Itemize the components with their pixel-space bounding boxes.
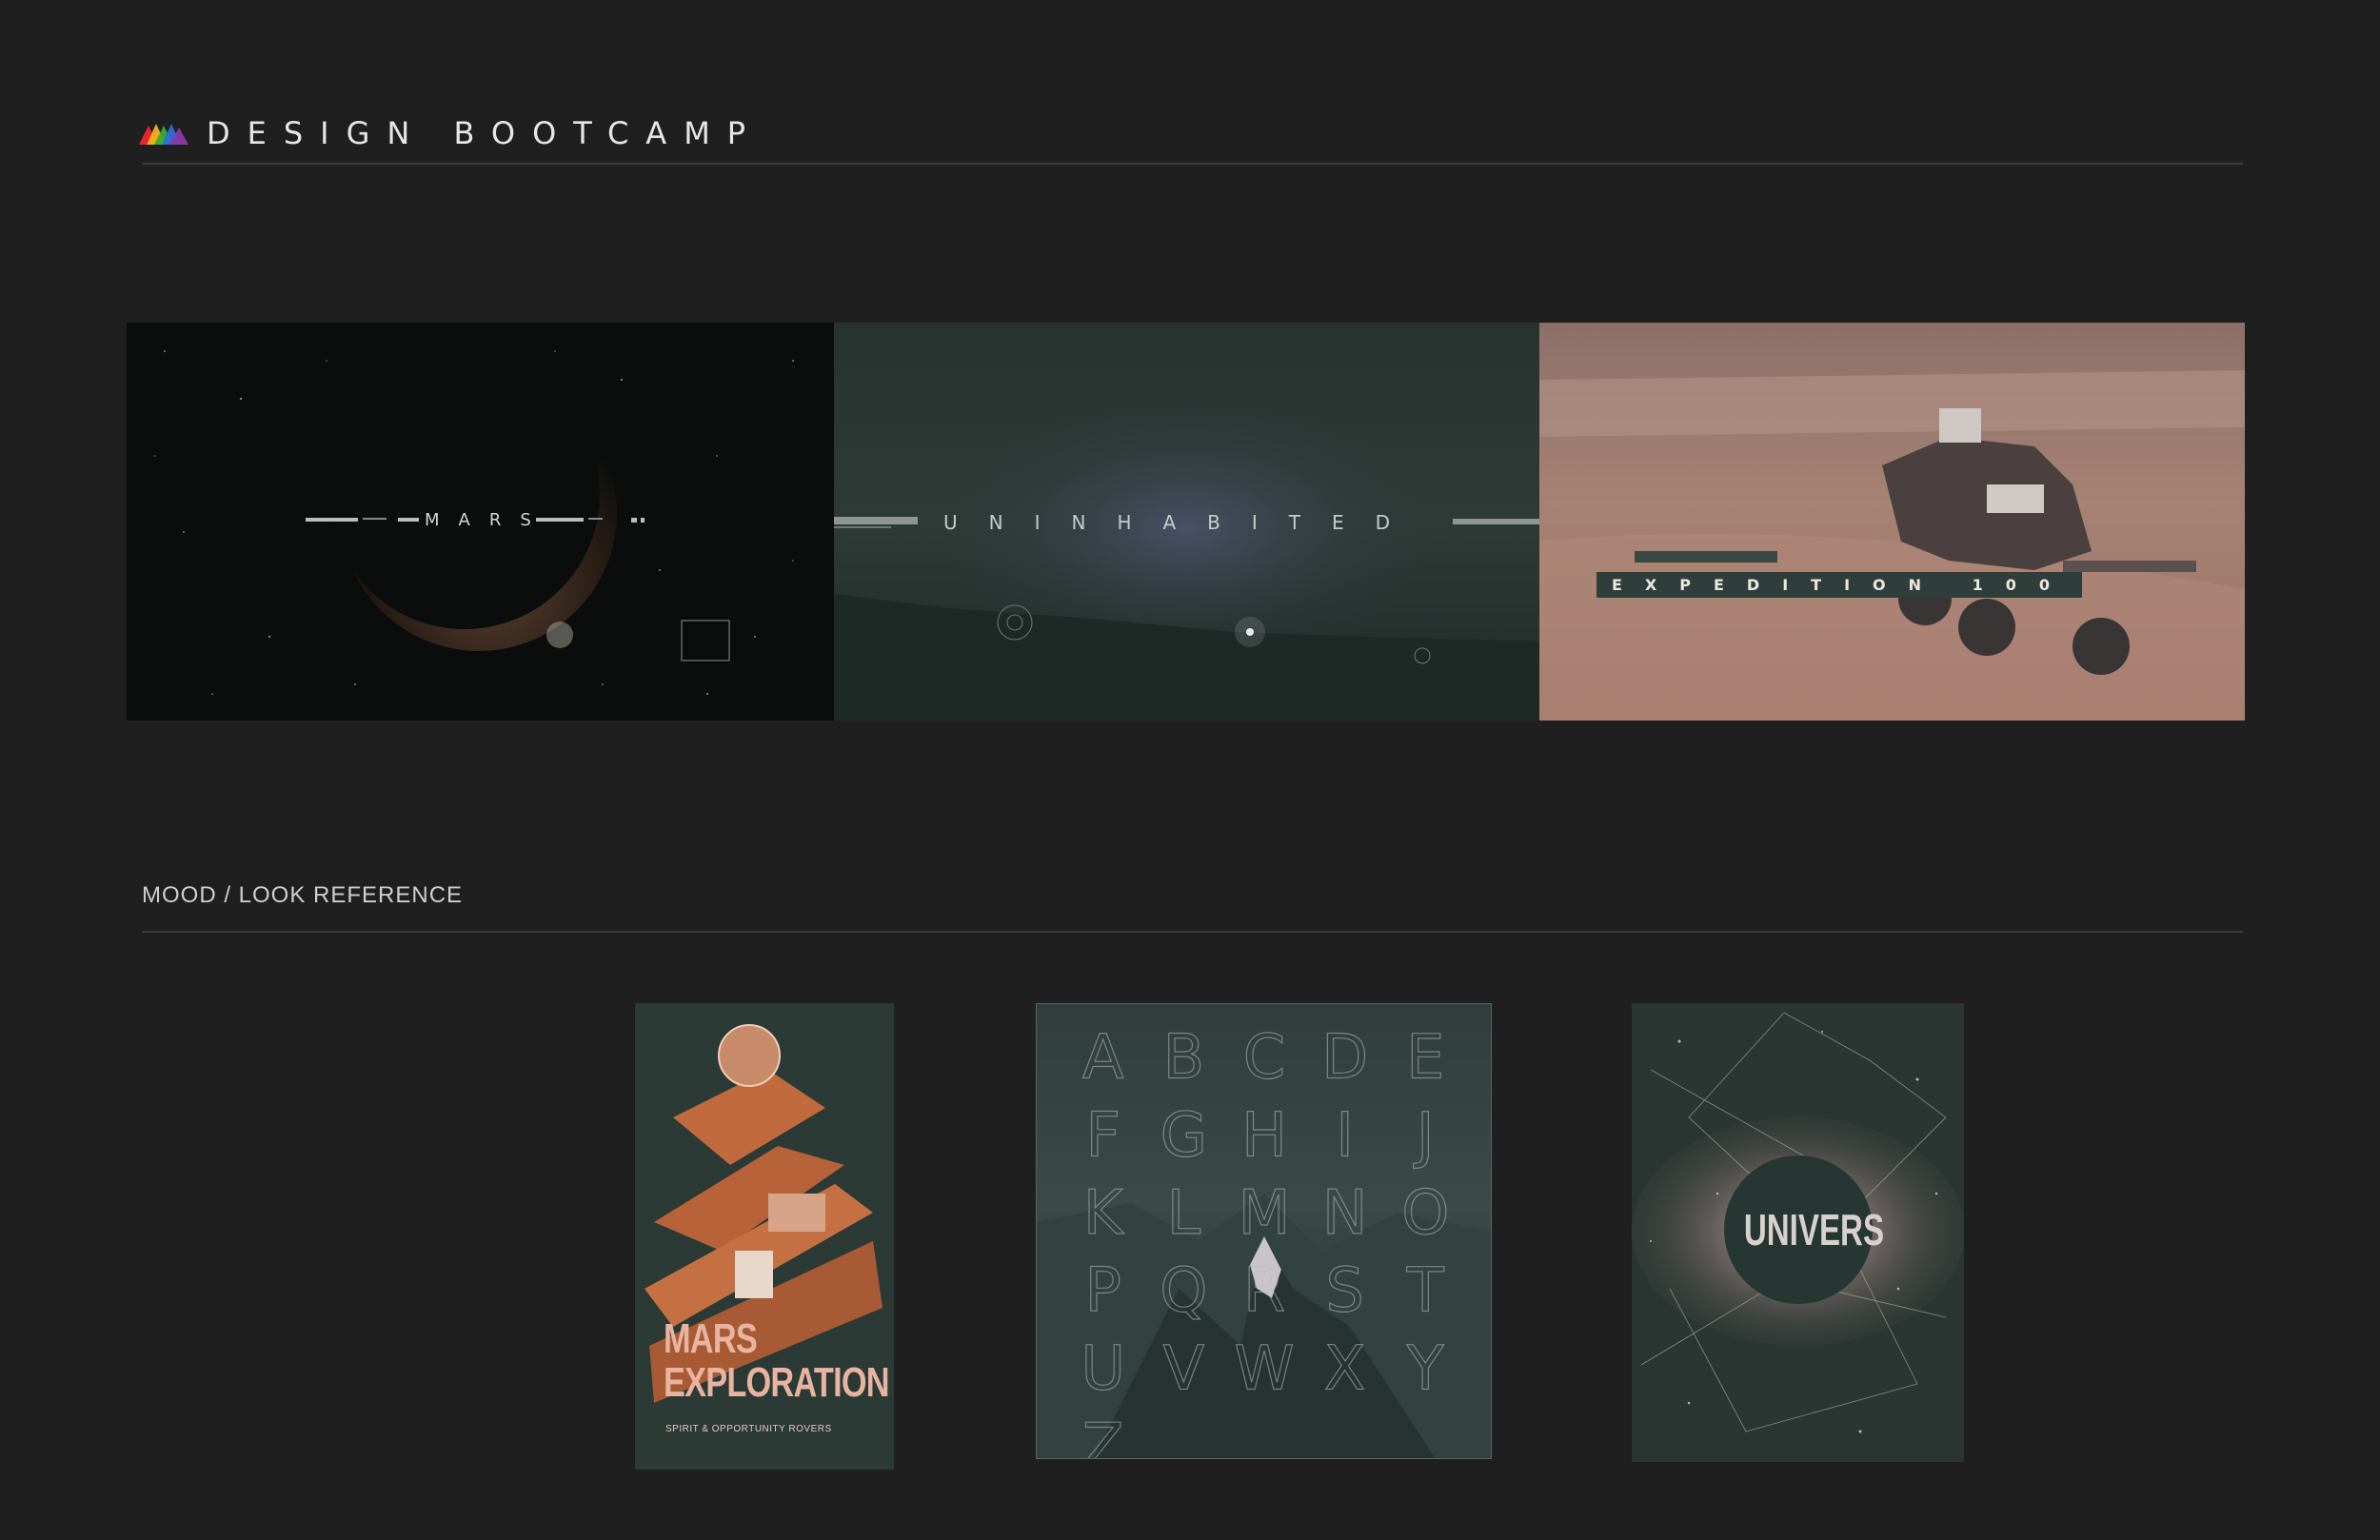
alphabet-letter: N [1322, 1178, 1368, 1249]
storyboard-frame-expedition[interactable]: EXPEDITION 100 [1539, 323, 2245, 721]
alphabet-letter: T [1406, 1256, 1445, 1327]
alphabet-letter: A [1082, 1023, 1124, 1094]
poster-mars-exploration[interactable]: MARS EXPLORATION SPIRIT & OPPORTUNITY RO… [635, 1003, 894, 1470]
alphabet-letter: E [1406, 1023, 1444, 1094]
poster-univers-title: UNIVERS [1743, 1205, 1885, 1254]
poster-mars-title: MARS EXPLORATION [664, 1315, 890, 1406]
alphabet-letter: H [1241, 1100, 1287, 1171]
alphabet-mountain-illustration: A B C D E F G H I J K L M N O P Q R S T U V W X Y Z [1037, 1022, 1491, 1458]
alphabet-letter: K [1083, 1178, 1125, 1249]
alphabet-letter: L [1167, 1178, 1201, 1249]
brand-logo-icon [139, 122, 188, 145]
alphabet-letter: M [1239, 1178, 1291, 1249]
alphabet-letter: F [1085, 1100, 1121, 1171]
frame-title-expedition: EXPEDITION 100 [1597, 572, 2082, 598]
alphabet-letter: P [1084, 1256, 1121, 1327]
brand-title: DESIGN BOOTCAMP [207, 115, 764, 151]
alphabet-letter: W [1234, 1333, 1294, 1404]
alphabet-letter: S [1325, 1256, 1363, 1327]
alphabet-letter: B [1162, 1023, 1204, 1094]
frame-title-uninhabited: UNINHABITED [943, 511, 1422, 534]
alphabet-letter: G [1160, 1100, 1207, 1171]
frame-title-mars: MARS [425, 510, 550, 530]
section-title: MOOD / LOOK REFERENCE [142, 882, 464, 908]
storyboard-frame-mars[interactable]: MARS [127, 323, 834, 721]
section-divider [142, 931, 2243, 933]
alphabet-letter: X [1324, 1333, 1366, 1404]
alphabet-letter: I [1336, 1100, 1354, 1171]
alphabet-letter: J [1413, 1100, 1435, 1171]
poster-univers[interactable]: UNIVERS [1632, 1003, 1964, 1462]
rover-illustration [1539, 370, 2245, 721]
header-divider [142, 163, 2243, 165]
alphabet-letter: Q [1160, 1256, 1207, 1327]
alphabet-letter: U [1081, 1333, 1125, 1404]
alphabet-letter: V [1163, 1333, 1205, 1404]
alphabet-letter: D [1321, 1023, 1368, 1094]
poster-alphabet-mountains[interactable]: ABCDE FGHIJ KLMNO PQRST UVWXY Z [1036, 1003, 1492, 1459]
alphabet-letter: O [1401, 1178, 1449, 1249]
alphabet-letter: Z [1082, 1412, 1124, 1458]
alphabet-letter: Y [1406, 1333, 1445, 1404]
alphabet-letter: R [1243, 1256, 1285, 1327]
alphabet-letter: C [1243, 1023, 1286, 1094]
storyboard-frame-uninhabited[interactable]: UNINHABITED [834, 323, 1539, 721]
poster-mars-subtitle: SPIRIT & OPPORTUNITY ROVERS [665, 1424, 832, 1434]
